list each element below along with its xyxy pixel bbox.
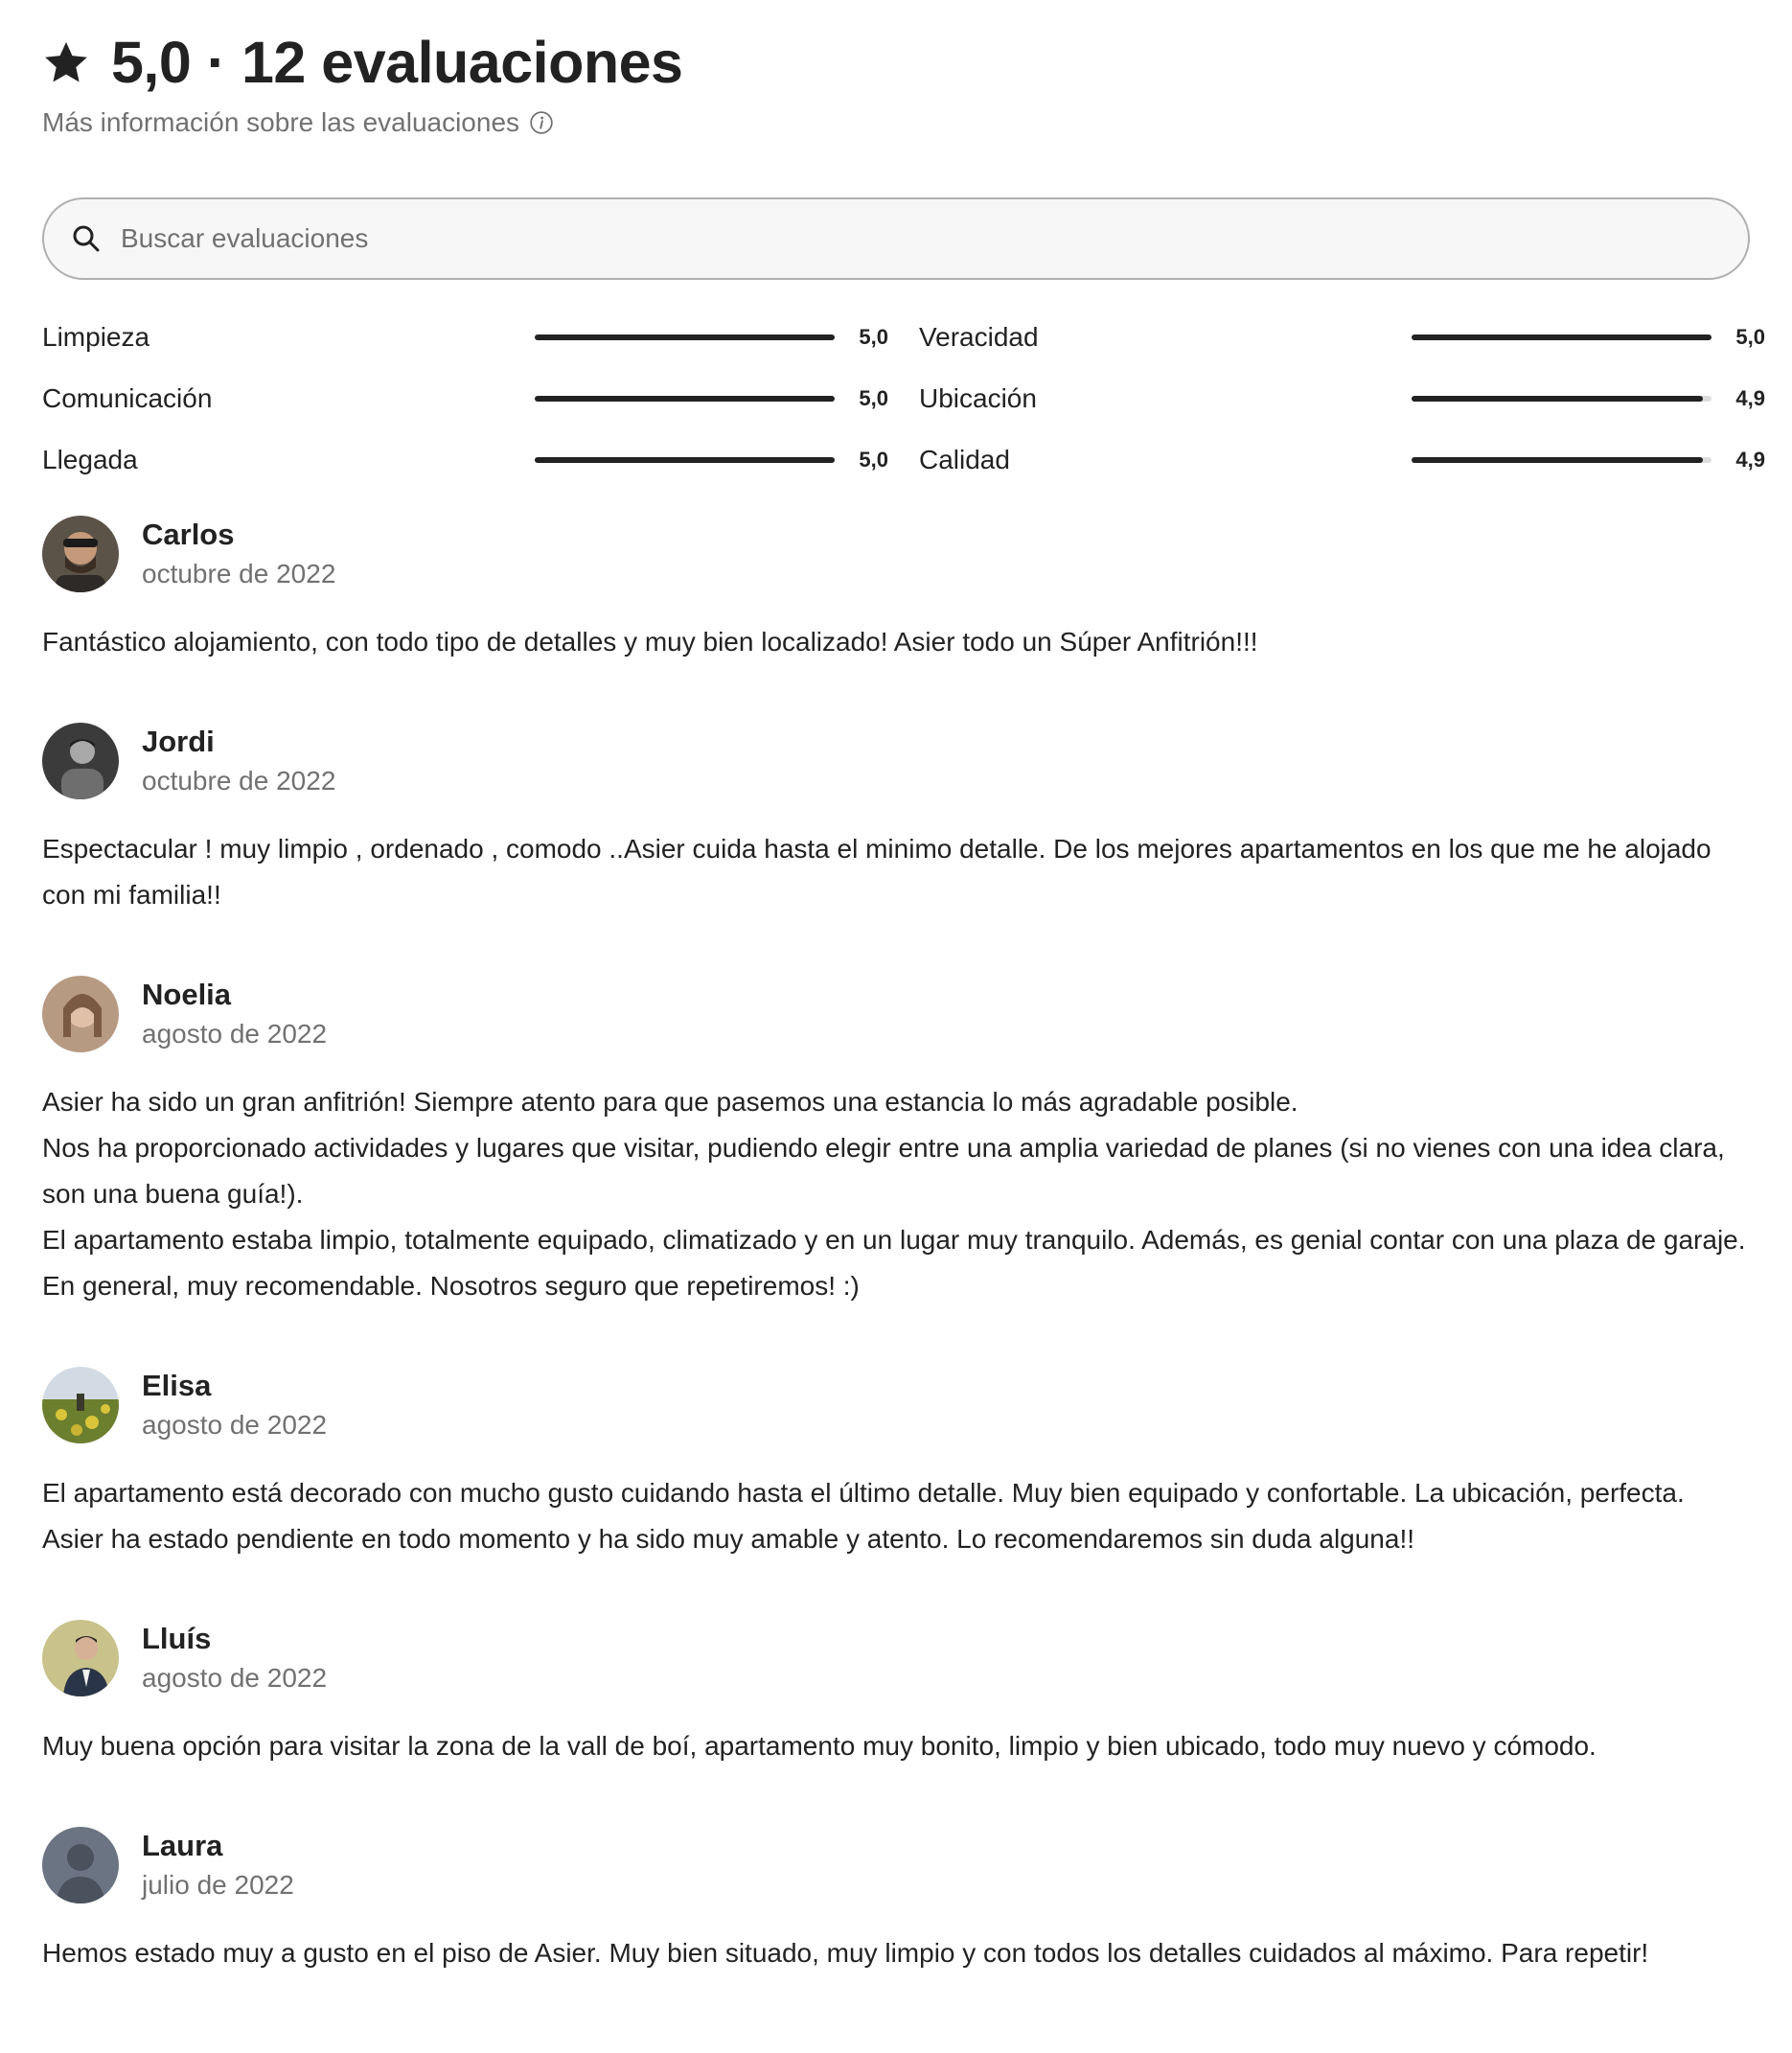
rating-label: Comunicación [42, 383, 213, 413]
reviewer-info: Noelia agosto de 2022 [142, 976, 327, 1051]
rating-label: Ubicación [919, 383, 1037, 413]
rating-row: Llegada 5,0 [42, 429, 888, 491]
search-icon [73, 225, 100, 252]
rating-label: Llegada [42, 445, 138, 474]
review-text: Fantástico alojamiento, con todo tipo de… [42, 627, 1258, 657]
reviewer-name: Noelia [142, 978, 232, 1012]
rating-label: Veracidad [919, 322, 1039, 352]
review-date: octubre de 2022 [142, 558, 336, 588]
review-item: Jordi octubre de 2022 Espectacular ! muy l… [42, 721, 1750, 918]
reviewer-info: Jordi octubre de 2022 [142, 723, 335, 798]
rating-bar [1412, 396, 1712, 402]
info-icon[interactable] [529, 110, 554, 135]
reviewer-name: Laura [142, 1829, 223, 1863]
review-text: Hemos estado muy a gusto en el piso de A… [42, 1938, 1649, 1968]
rating-bar-fill [1412, 457, 1703, 463]
rating-bar [535, 334, 835, 340]
rating-bar-fill [1412, 396, 1703, 402]
rating-label: Limpieza [42, 322, 150, 352]
rating-row: Calidad 4,9 [919, 429, 1765, 491]
avatar[interactable] [42, 516, 119, 592]
rating-bar-fill [535, 334, 835, 340]
rating-value: 5,0 [1735, 325, 1765, 349]
reviewer-name: Lluís [142, 1622, 212, 1656]
review-item: Noelia agosto de 2022 Asier ha sido un gra… [42, 974, 1750, 1309]
rating-label: Calidad [919, 445, 1010, 474]
review-header: Noelia agosto de 2022 [42, 974, 1750, 1054]
review-header: Jordi octubre de 2022 [42, 721, 1750, 801]
review-text: Muy buena opción para visitar la zona de… [42, 1731, 1597, 1761]
rating-bar [1412, 457, 1712, 463]
rating-row: Limpieza 5,0 [42, 307, 888, 368]
review-text: Espectacular ! muy limpio , ordenado , c… [42, 834, 1712, 910]
review-date: octubre de 2022 [142, 765, 336, 796]
rating-value: 4,9 [1735, 448, 1765, 472]
category-ratings: Limpieza 5,0 Veracidad 5,0 Comunicación 5,0 Ub… [42, 307, 1765, 491]
review-header: Carlos octubre de 2022 [42, 514, 1750, 594]
reviewer-name: Jordi [142, 725, 215, 759]
reviewer-info: Carlos octubre de 2022 [142, 516, 335, 591]
rating-value: 5,0 [859, 386, 888, 410]
search-input[interactable] [119, 209, 1748, 268]
review-text: Asier ha sido un gran anfitrión! Siempre… [42, 1087, 1746, 1301]
rating-row: Comunicación 5,0 [42, 368, 888, 429]
review-item: Elisa agosto de 2022 El apartamento está d… [42, 1365, 1750, 1562]
avatar[interactable] [42, 1827, 119, 1903]
rating-bar [1412, 334, 1712, 340]
rating-bar-fill [1412, 334, 1712, 340]
reviewer-name: Elisa [142, 1369, 212, 1403]
review-date: agosto de 2022 [142, 1662, 328, 1693]
reviewer-name: Carlos [142, 518, 235, 552]
reviewer-info: Elisa agosto de 2022 [142, 1367, 327, 1442]
review-item: Carlos octubre de 2022 Fantástico alojamie… [42, 514, 1750, 665]
rating-value: 5,0 [859, 448, 888, 472]
reviews-page: 5,0 · 12 evaluaciones Más información so… [0, 0, 1792, 2053]
review-item: Laura julio de 2022 Hemos estado muy a gus… [42, 1825, 1750, 1976]
rating-bar [535, 457, 835, 463]
avatar[interactable] [42, 976, 119, 1052]
title-row: 5,0 · 12 evaluaciones [42, 29, 1750, 96]
reviewer-info: Laura julio de 2022 [142, 1827, 294, 1903]
search-box[interactable] [42, 197, 1750, 280]
avatar[interactable] [42, 1367, 119, 1443]
avatar[interactable] [42, 723, 119, 799]
review-list: Carlos octubre de 2022 Fantástico alojamie… [42, 514, 1750, 1976]
review-text: El apartamento está decorado con mucho g… [42, 1478, 1685, 1554]
star-icon [45, 41, 87, 82]
rating-value: 5,0 [859, 325, 888, 349]
rating-bar-fill [535, 457, 835, 463]
review-date: julio de 2022 [142, 1869, 294, 1900]
rating-bar [535, 396, 835, 402]
more-info-label[interactable]: Más información sobre las evaluaciones [42, 107, 519, 138]
review-item: Lluís agosto de 2022 Muy buena opción para… [42, 1618, 1750, 1769]
rating-row: Veracidad 5,0 [919, 307, 1765, 368]
review-date: agosto de 2022 [142, 1018, 328, 1049]
review-date: agosto de 2022 [142, 1409, 328, 1440]
more-info-link[interactable]: Más información sobre las evaluaciones [42, 105, 1750, 140]
reviewer-info: Lluís agosto de 2022 [142, 1620, 327, 1695]
page-title: 5,0 · 12 evaluaciones [111, 29, 683, 95]
reviews-header: 5,0 · 12 evaluaciones Más información so… [42, 0, 1750, 140]
rating-value: 4,9 [1735, 386, 1765, 410]
avatar[interactable] [42, 1620, 119, 1696]
rating-bar-fill [535, 396, 835, 402]
rating-row: Ubicación 4,9 [919, 368, 1765, 429]
review-header: Lluís agosto de 2022 [42, 1618, 1750, 1698]
review-header: Laura julio de 2022 [42, 1825, 1750, 1905]
review-header: Elisa agosto de 2022 [42, 1365, 1750, 1445]
